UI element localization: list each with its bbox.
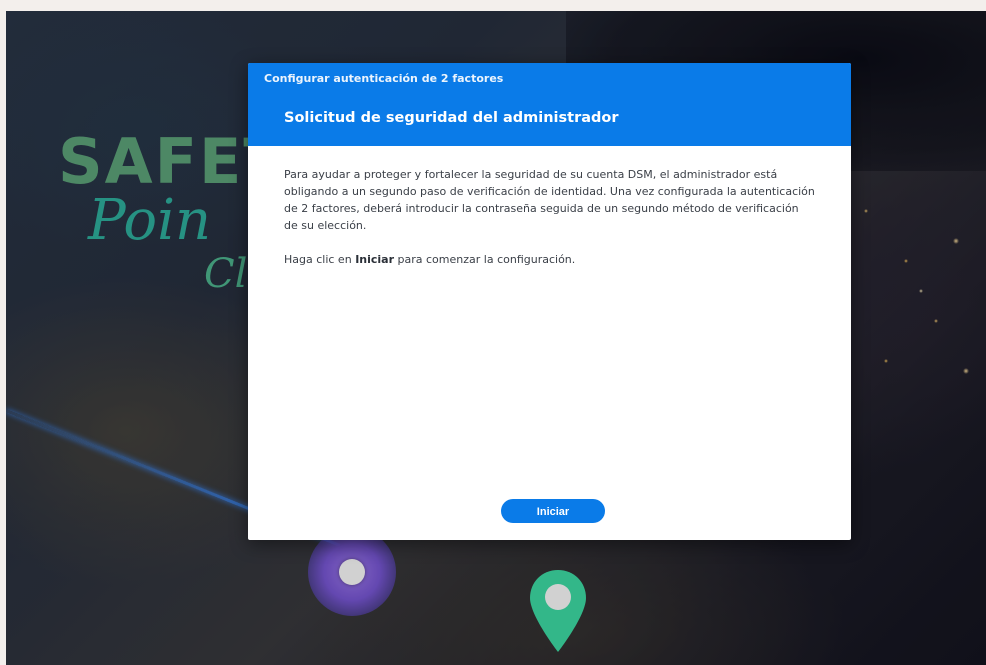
login-page: SAFET Poin Cl Configurar autenticación d… [0, 0, 986, 665]
description-paragraph: Para ayudar a proteger y fortalecer la s… [284, 168, 815, 232]
instruction-prefix: Haga clic en [284, 253, 356, 266]
dialog-body: Para ayudar a proteger y fortalecer la s… [248, 146, 851, 268]
instruction-paragraph: Haga clic en Iniciar para comenzar la co… [284, 251, 815, 268]
dialog-header: Configurar autenticación de 2 factores S… [248, 63, 851, 146]
instruction-suffix: para comenzar la configuración. [394, 253, 576, 266]
step-title: Solicitud de seguridad del administrador [284, 110, 619, 126]
instruction-emphasis: Iniciar [355, 253, 395, 266]
two-factor-setup-dialog: Configurar autenticación de 2 factores S… [248, 63, 851, 540]
start-button[interactable]: Iniciar [501, 499, 605, 523]
window-title: Configurar autenticación de 2 factores [264, 72, 504, 85]
